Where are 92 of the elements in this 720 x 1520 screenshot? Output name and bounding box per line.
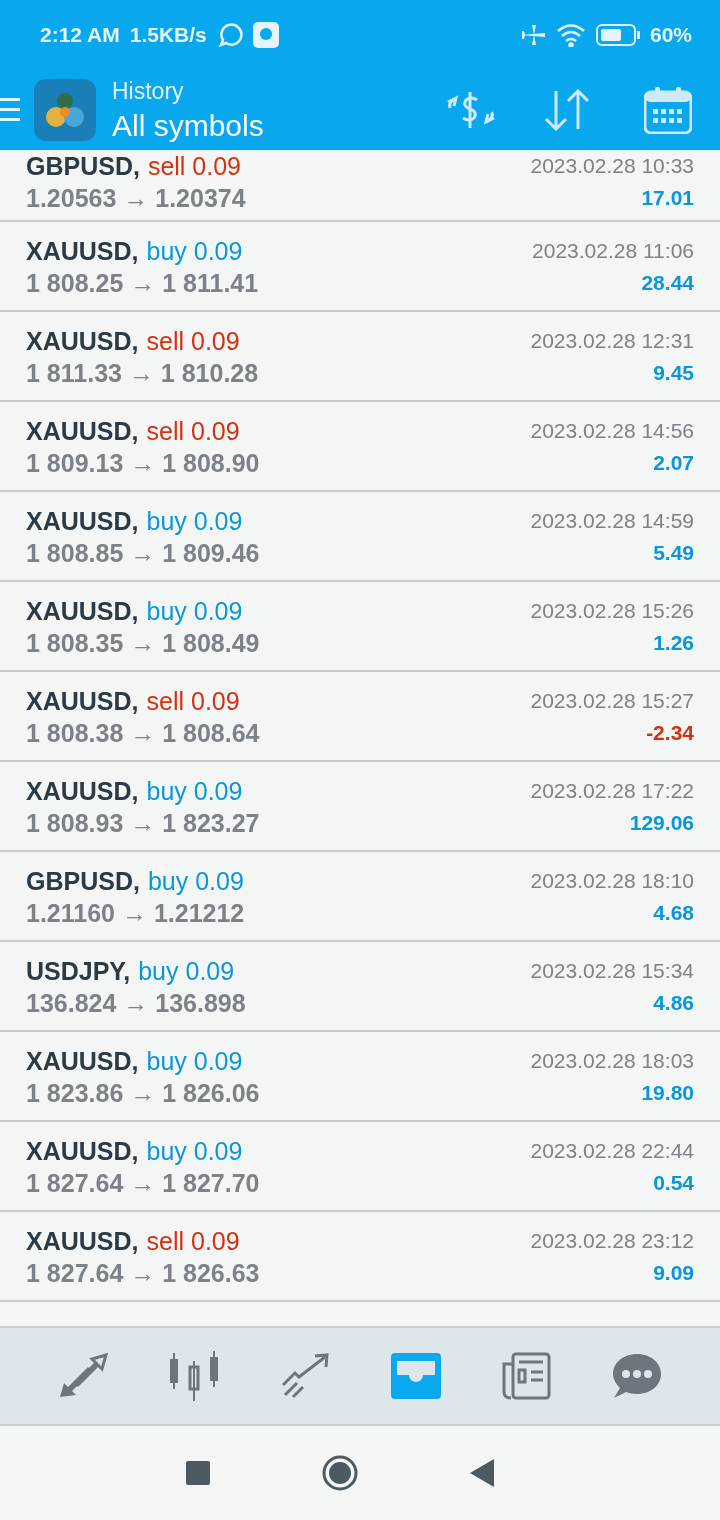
inbox-tray-icon	[391, 1353, 442, 1399]
trade-time: 2023.02.28 17:22	[530, 779, 694, 803]
trade-time: 2023.02.28 14:56	[530, 419, 694, 443]
trade-side: buy 0.09	[138, 956, 235, 986]
trade-profit: 4.86	[652, 991, 694, 1015]
trade-time: 2023.02.28 15:27	[530, 689, 694, 713]
newspaper-icon	[501, 1352, 552, 1400]
trade-time: 2023.02.28 23:12	[530, 1229, 694, 1253]
trade-symbol: XAUUSD,	[26, 236, 139, 266]
trade-profit: 9.45	[652, 361, 694, 385]
screen-title: History	[112, 77, 185, 105]
trade-time: 2023.02.28 18:03	[530, 1049, 694, 1073]
trade-side: sell 0.09	[146, 1226, 240, 1256]
trade-side: buy 0.09	[146, 236, 243, 266]
trade-symbol: XAUUSD,	[26, 596, 139, 626]
trade-symbol: XAUUSD,	[26, 506, 139, 536]
trend-arrow-icon	[280, 1353, 331, 1399]
trade-time: 2023.02.28 11:06	[532, 239, 694, 263]
airplane-icon	[519, 23, 546, 47]
chart-tab[interactable]	[168, 1351, 221, 1401]
trade-symbol: XAUUSD,	[26, 416, 139, 446]
chat-tab[interactable]	[611, 1352, 662, 1400]
status-time: 2:12 AM	[40, 23, 120, 47]
trade-time: 2023.02.28 22:44	[530, 1139, 694, 1163]
trade-side: buy 0.09	[146, 776, 243, 806]
trade-time: 2023.02.28 12:31	[530, 329, 694, 353]
trade-profit: 0.54	[652, 1171, 694, 1195]
trade-side: buy 0.09	[146, 596, 243, 626]
trade-prices: 136.824 → 136.898	[26, 988, 247, 1018]
trade-profit: 9.09	[652, 1261, 694, 1285]
trade-side: sell 0.09	[146, 416, 240, 446]
trade-side: sell 0.09	[146, 686, 240, 716]
battery-percent: 60%	[649, 23, 692, 47]
trade-prices: 1 811.33 → 1 810.28	[26, 358, 260, 388]
trade-symbol: XAUUSD,	[26, 1046, 139, 1076]
sort-icon[interactable]	[542, 89, 592, 131]
trade-time: 2023.02.28 15:34	[530, 959, 694, 983]
trend-tab[interactable]	[280, 1353, 331, 1399]
trade-prices: 1 809.13 → 1 808.90	[26, 448, 261, 478]
back-button[interactable]	[470, 1459, 494, 1487]
trade-symbol: XAUUSD,	[26, 326, 139, 356]
wifi-icon	[555, 23, 586, 47]
trade-profit: -2.34	[645, 721, 694, 745]
trade-time: 2023.02.28 10:33	[530, 154, 694, 178]
trade-prices: 1 827.64 → 1 826.63	[26, 1258, 261, 1288]
menu-icon[interactable]	[0, 96, 20, 124]
trade-symbol: USDJPY,	[26, 956, 131, 986]
trade-time: 2023.02.28 18:10	[530, 869, 694, 893]
diagonal-arrows-icon	[58, 1353, 109, 1399]
trade-prices: 1.20563 → 1.20374	[26, 183, 247, 213]
chat-bubble-icon	[611, 1352, 662, 1400]
trade-time: 2023.02.28 15:26	[530, 599, 694, 623]
news-tab[interactable]	[501, 1352, 552, 1400]
trade-prices: 1 808.38 → 1 808.64	[26, 718, 261, 748]
trade-profit: 5.49	[652, 541, 694, 565]
calendar-icon[interactable]	[644, 86, 692, 134]
trade-side: buy 0.09	[146, 506, 243, 536]
battery-icon	[595, 24, 640, 46]
trade-prices: 1.21160 → 1.21212	[26, 898, 246, 928]
trade-symbol: XAUUSD,	[26, 1226, 139, 1256]
candlestick-icon	[168, 1351, 221, 1401]
trade-side: sell 0.09	[146, 326, 240, 356]
trade-side: buy 0.09	[146, 1136, 243, 1166]
trade-side: sell 0.09	[147, 151, 242, 181]
trade-time: 2023.02.28 14:59	[530, 509, 694, 533]
trade-side: buy 0.09	[146, 1046, 243, 1076]
trade-symbol: XAUUSD,	[26, 1136, 139, 1166]
trade-prices: 1 808.25 → 1 811.41	[26, 268, 260, 298]
app-logo-icon	[34, 79, 96, 141]
trade-profit: 17.01	[640, 186, 694, 210]
symbol-filter: All symbols	[112, 108, 264, 143]
trade-profit: 4.68	[652, 901, 694, 925]
trade-profit: 1.26	[652, 631, 694, 655]
trade-prices: 1 823.86 → 1 826.06	[26, 1078, 261, 1108]
trade-profit: 2.07	[652, 451, 694, 475]
trade-prices: 1 808.93 → 1 823.27	[26, 808, 261, 838]
trade-symbol: GBPUSD,	[26, 866, 140, 896]
app-notification-icon	[252, 22, 279, 48]
history-tab[interactable]	[391, 1353, 442, 1399]
trade-symbol: XAUUSD,	[26, 686, 139, 716]
trade-profit: 129.06	[628, 811, 694, 835]
trade-prices: 1 808.35 → 1 808.49	[26, 628, 261, 658]
trade-symbol: XAUUSD,	[26, 776, 139, 806]
home-button[interactable]	[322, 1455, 358, 1491]
trade-profit: 19.80	[640, 1081, 694, 1105]
trade-tab[interactable]	[58, 1353, 109, 1399]
network-speed: 1.5KB/s	[129, 23, 207, 47]
trade-profit: 28.44	[640, 271, 694, 295]
trade-prices: 1 827.64 → 1 827.70	[26, 1168, 261, 1198]
trade-side: buy 0.09	[147, 866, 244, 896]
trade-prices: 1 808.85 → 1 809.46	[26, 538, 261, 568]
trade-symbol: GBPUSD,	[26, 151, 140, 181]
